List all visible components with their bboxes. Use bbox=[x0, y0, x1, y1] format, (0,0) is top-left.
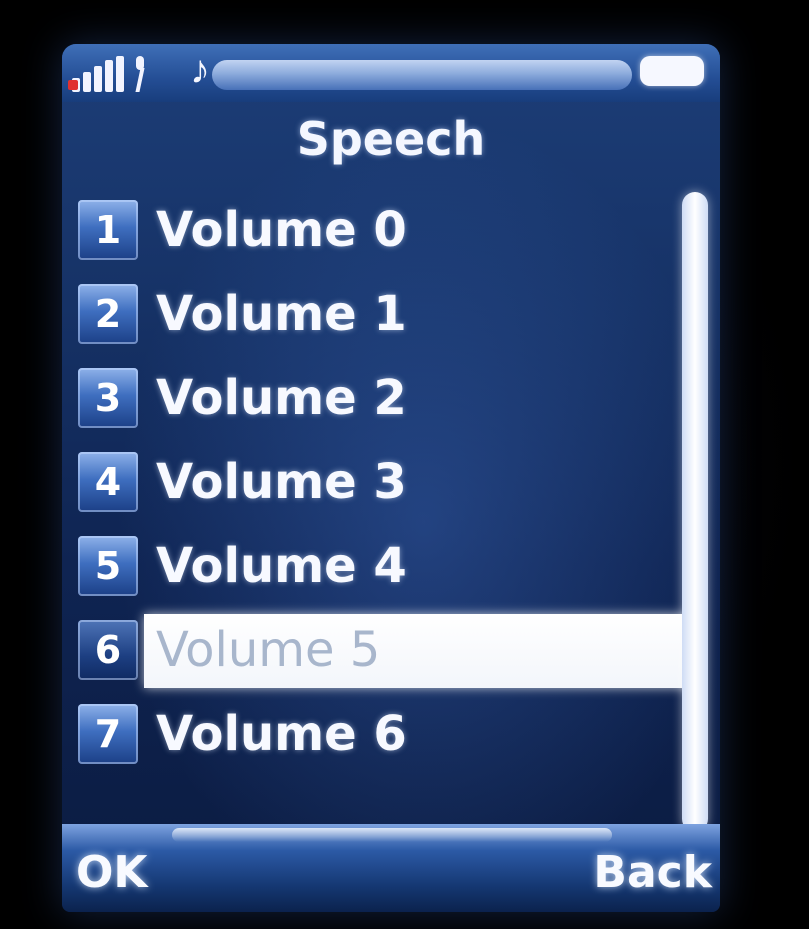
status-bar: ♪ bbox=[62, 44, 720, 102]
item-number-box: 3 bbox=[78, 368, 138, 428]
item-number: 3 bbox=[94, 376, 122, 420]
antenna-icon bbox=[132, 56, 148, 92]
back-softkey-button[interactable]: Back bbox=[593, 847, 712, 898]
list-item-volume-5-selected[interactable]: 6 Volume 5 bbox=[72, 612, 692, 688]
battery-icon bbox=[640, 56, 704, 86]
item-label: Volume 3 bbox=[156, 454, 407, 510]
item-number: 6 bbox=[94, 628, 122, 672]
item-label: Volume 6 bbox=[156, 706, 407, 762]
scrollbar[interactable] bbox=[682, 192, 708, 832]
item-label: Volume 5 bbox=[156, 622, 381, 678]
list-item-volume-6[interactable]: 7 Volume 6 bbox=[72, 696, 692, 772]
item-number-box: 6 bbox=[78, 620, 138, 680]
status-strip bbox=[212, 60, 632, 90]
page-title: Speech bbox=[296, 112, 486, 166]
item-label: Volume 4 bbox=[156, 538, 407, 594]
signal-strength-icon bbox=[72, 56, 128, 92]
list-item-volume-3[interactable]: 4 Volume 3 bbox=[72, 444, 692, 520]
list-item-volume-0[interactable]: 1 Volume 0 bbox=[72, 192, 692, 268]
ok-softkey-button[interactable]: OK bbox=[76, 847, 148, 898]
list-item-volume-1[interactable]: 2 Volume 1 bbox=[72, 276, 692, 352]
item-label: Volume 0 bbox=[156, 202, 407, 258]
item-number: 7 bbox=[94, 712, 122, 756]
item-number-box: 4 bbox=[78, 452, 138, 512]
item-label: Volume 1 bbox=[156, 286, 407, 342]
softkey-sheen bbox=[172, 828, 612, 842]
item-number-box: 2 bbox=[78, 284, 138, 344]
item-number: 4 bbox=[94, 460, 122, 504]
no-service-indicator-icon bbox=[68, 80, 78, 90]
phone-screen: ♪ Speech 1 Volume 0 2 Volume 1 3 Volume … bbox=[62, 44, 720, 912]
softkey-bar: OK Back bbox=[62, 824, 720, 912]
item-number: 5 bbox=[94, 544, 122, 588]
list-item-volume-2[interactable]: 3 Volume 2 bbox=[72, 360, 692, 436]
list-item-volume-4[interactable]: 5 Volume 4 bbox=[72, 528, 692, 604]
music-note-icon: ♪ bbox=[190, 48, 210, 92]
item-number-box: 1 bbox=[78, 200, 138, 260]
item-number: 2 bbox=[94, 292, 122, 336]
item-number-box: 7 bbox=[78, 704, 138, 764]
item-label: Volume 2 bbox=[156, 370, 407, 426]
item-number-box: 5 bbox=[78, 536, 138, 596]
item-number: 1 bbox=[94, 208, 122, 252]
